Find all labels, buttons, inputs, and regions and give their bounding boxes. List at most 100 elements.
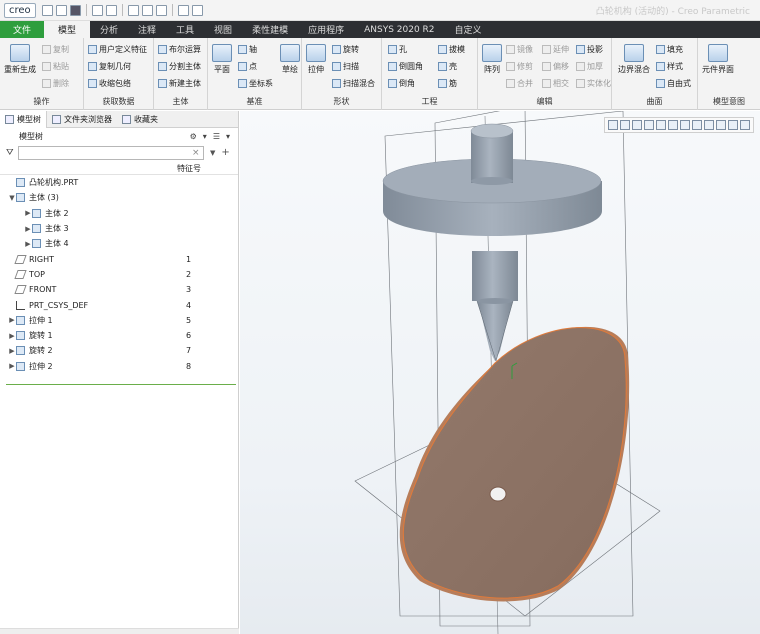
tab-ansys[interactable]: ANSYS 2020 R2 — [354, 21, 444, 38]
group-label[interactable]: 获取数据 — [84, 96, 153, 107]
offset-button[interactable]: 偏移 — [542, 61, 569, 72]
extend-button[interactable]: 延伸 — [542, 44, 569, 55]
tree-item[interactable]: ▶body 旋转 1 6 — [0, 328, 238, 343]
tree-item[interactable]: ▶body 拉伸 1 5 — [0, 313, 238, 328]
paste-button[interactable]: 粘贴 — [42, 61, 69, 72]
tree-item[interactable]: ▶body 主体 3 — [0, 221, 238, 236]
tree-item[interactable]: planeTOP 2 — [0, 267, 238, 282]
new-body-button[interactable]: 新建主体 — [158, 78, 201, 89]
freestyle-button[interactable]: 自由式 — [656, 78, 691, 89]
group-label[interactable]: 基准 — [208, 96, 301, 107]
windows-icon[interactable] — [141, 4, 153, 16]
expand-arrow-icon[interactable]: ▶ — [24, 225, 32, 233]
fill-button[interactable]: 填充 — [656, 44, 683, 55]
tab-favorites[interactable]: 收藏夹 — [117, 111, 163, 128]
clear-icon[interactable]: × — [192, 148, 202, 158]
search-input[interactable] — [18, 145, 204, 160]
tab-model[interactable]: 模型 — [44, 21, 90, 38]
zoom-out-icon[interactable] — [632, 120, 642, 130]
tree-item[interactable]: ▼body 主体 (3) — [0, 190, 238, 205]
cam-disk[interactable] — [399, 326, 630, 602]
shell-button[interactable]: 壳 — [438, 61, 457, 72]
perspective-icon[interactable] — [656, 120, 666, 130]
view-manager-icon[interactable] — [692, 120, 702, 130]
redo-icon[interactable] — [105, 4, 117, 16]
tab-model-tree[interactable]: 模型树 — [0, 110, 47, 128]
tree-item[interactable]: planeFRONT 3 — [0, 282, 238, 297]
tab-flexible-modeling[interactable]: 柔性建模 — [242, 21, 298, 38]
extrude-button[interactable]: 拉伸 — [306, 44, 326, 75]
add-icon[interactable]: + — [221, 147, 229, 158]
graphics-area[interactable] — [240, 111, 760, 634]
sketch-button[interactable]: 草绘 — [280, 44, 300, 75]
tab-annotate[interactable]: 注释 — [128, 21, 166, 38]
annotation-display-icon[interactable] — [716, 120, 726, 130]
chevron-down-icon[interactable]: ▼ — [210, 149, 215, 157]
split-body-button[interactable]: 分割主体 — [158, 61, 201, 72]
tab-view[interactable]: 视图 — [204, 21, 242, 38]
tab-applications[interactable]: 应用程序 — [298, 21, 354, 38]
chamfer-button[interactable]: 倒角 — [388, 78, 415, 89]
hole-button[interactable]: 孔 — [388, 44, 407, 55]
chevron-down-icon[interactable]: ▾ — [226, 132, 230, 141]
tab-customize[interactable]: 自定义 — [445, 21, 492, 38]
save-icon[interactable] — [69, 4, 81, 16]
refit-icon[interactable] — [608, 120, 618, 130]
settings-icon[interactable] — [191, 4, 203, 16]
group-label[interactable]: 工程 — [382, 96, 477, 107]
display-style-icon[interactable] — [177, 4, 189, 16]
expand-arrow-icon[interactable]: ▶ — [24, 240, 32, 248]
point-button[interactable]: 点 — [238, 61, 257, 72]
boolean-button[interactable]: 布尔运算 — [158, 44, 201, 55]
revolve-button[interactable]: 旋转 — [332, 44, 359, 55]
solidify-button[interactable]: 实体化 — [576, 78, 611, 89]
insert-here-indicator[interactable] — [6, 383, 236, 385]
feature-number-header[interactable]: 特征号 — [177, 163, 201, 174]
swept-blend-button[interactable]: 扫描混合 — [332, 78, 375, 89]
copy-geometry-button[interactable]: 复制几何 — [88, 61, 131, 72]
copy-button[interactable]: 复制 — [42, 44, 69, 55]
spin-center-icon[interactable] — [728, 120, 738, 130]
group-label[interactable]: 主体 — [154, 96, 207, 107]
component-interface-button[interactable]: 元件界面 — [702, 44, 734, 75]
close-window-icon[interactable] — [155, 4, 167, 16]
zoom-in-icon[interactable] — [620, 120, 630, 130]
expand-arrow-icon[interactable]: ▶ — [8, 347, 16, 355]
follower[interactable] — [382, 123, 602, 362]
tab-tools[interactable]: 工具 — [166, 21, 204, 38]
tree-item[interactable]: part 凸轮机构.PRT — [0, 175, 238, 190]
repaint-icon[interactable] — [644, 120, 654, 130]
tree-item[interactable]: ▶body 主体 2 — [0, 206, 238, 221]
filter-icon[interactable]: ⛛ — [6, 148, 18, 158]
tree-item[interactable]: csys PRT_CSYS_DEF 4 — [0, 297, 238, 312]
expand-arrow-icon[interactable]: ▼ — [8, 194, 16, 202]
group-label[interactable]: 编辑 — [478, 96, 611, 107]
mirror-button[interactable]: 镜像 — [506, 44, 533, 55]
expand-arrow-icon[interactable]: ▶ — [8, 362, 16, 370]
merge-button[interactable]: 合并 — [506, 78, 533, 89]
tab-analysis[interactable]: 分析 — [90, 21, 128, 38]
round-button[interactable]: 倒圆角 — [388, 61, 423, 72]
project-button[interactable]: 投影 — [576, 44, 603, 55]
pause-icon[interactable] — [740, 120, 750, 130]
group-label[interactable]: 操作 — [0, 96, 83, 107]
draft-button[interactable]: 拔模 — [438, 44, 465, 55]
regenerate-button[interactable]: 重新生成 — [4, 44, 36, 75]
expand-arrow-icon[interactable]: ▶ — [8, 316, 16, 324]
tab-folder-browser[interactable]: 文件夹浏览器 — [47, 111, 117, 128]
new-file-icon[interactable] — [41, 4, 53, 16]
delete-button[interactable]: 删除 — [42, 78, 69, 89]
tree-columns-icon[interactable]: ☰ — [213, 132, 220, 141]
plane-button[interactable]: 平面 — [212, 44, 232, 75]
csys-button[interactable]: 坐标系 — [238, 78, 273, 89]
udf-button[interactable]: 用户定义特征 — [88, 44, 147, 55]
axis-button[interactable]: 轴 — [238, 44, 257, 55]
chevron-down-icon[interactable]: ▾ — [203, 132, 207, 141]
tree-item[interactable]: planeRIGHT 1 — [0, 251, 238, 266]
saved-orientations-icon[interactable] — [680, 120, 690, 130]
open-file-icon[interactable] — [55, 4, 67, 16]
shrinkwrap-button[interactable]: 收缩包络 — [88, 78, 131, 89]
undo-icon[interactable] — [91, 4, 103, 16]
group-label[interactable]: 模型意图 — [698, 96, 760, 107]
tab-file[interactable]: 文件 — [0, 21, 44, 38]
